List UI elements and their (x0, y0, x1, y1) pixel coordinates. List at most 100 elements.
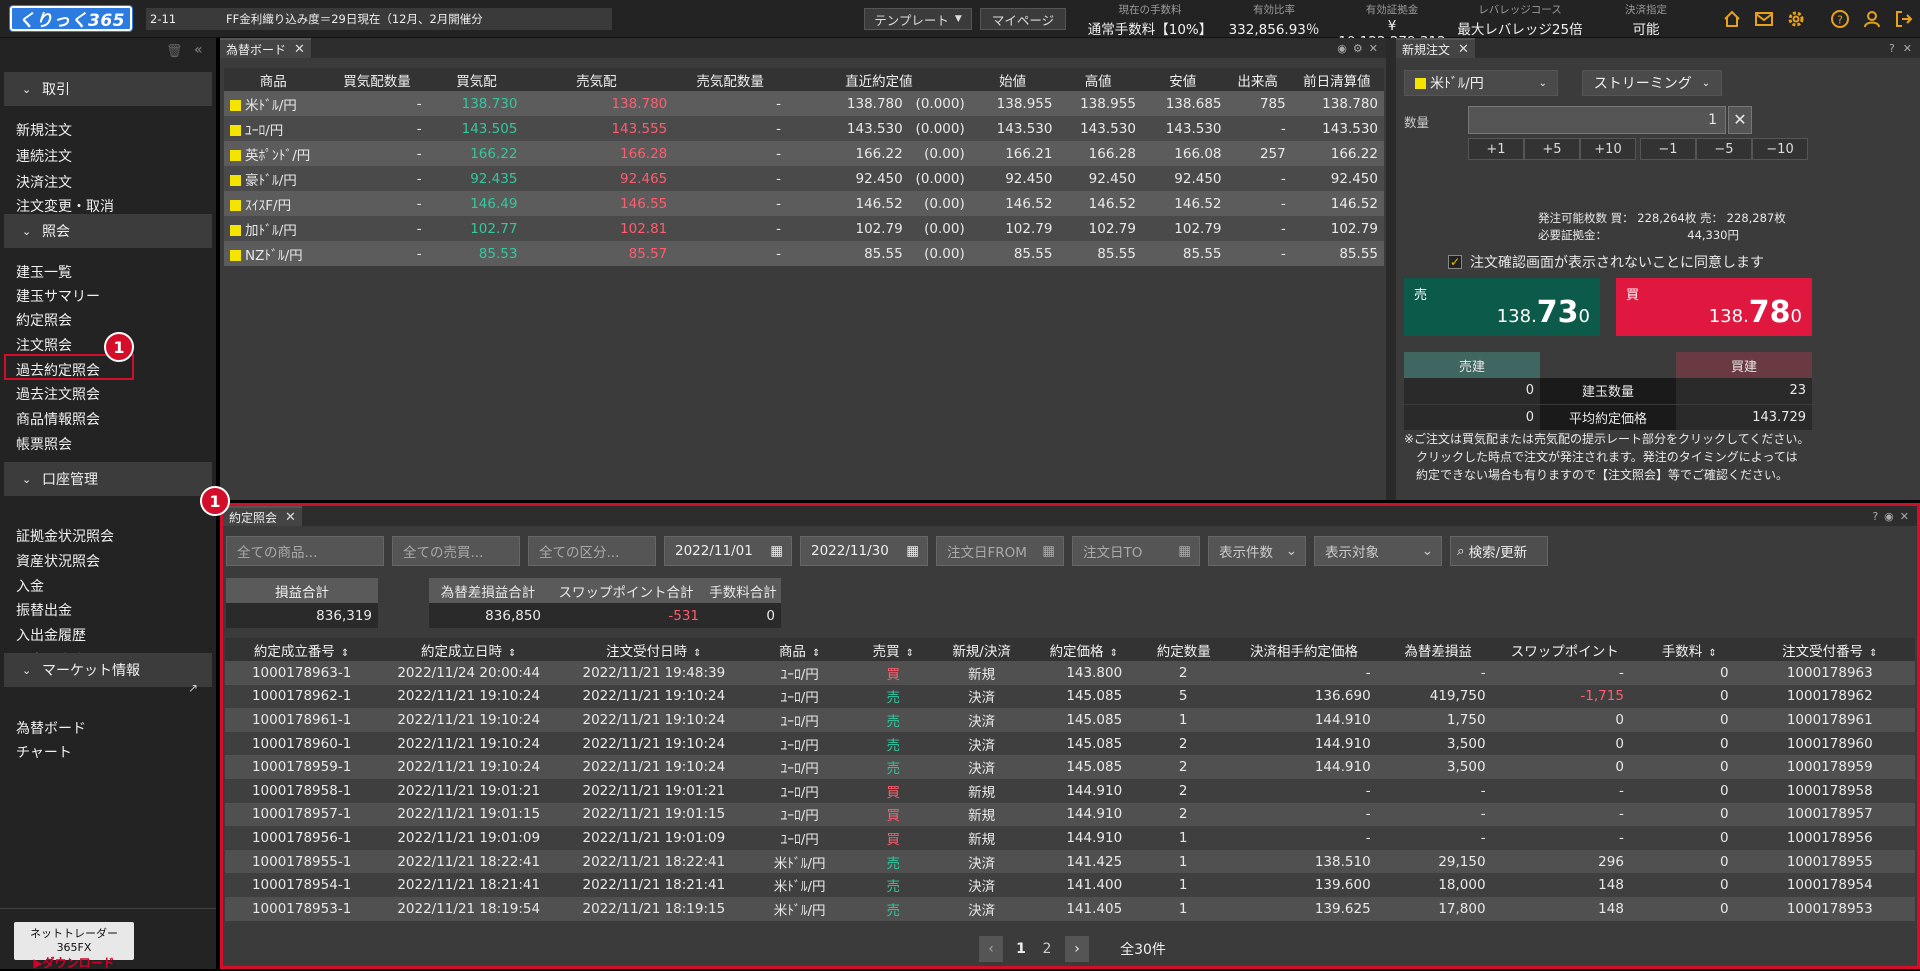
sidebar-item-account-4[interactable]: 入出金履歴 (16, 625, 86, 645)
clear-icon[interactable]: ✕ (1728, 106, 1752, 134)
splitter[interactable] (1386, 38, 1396, 500)
tab-new-order[interactable]: 新規注文 ✕ (1396, 38, 1475, 58)
fx-col-header[interactable]: 売気配数量 (671, 68, 789, 91)
exec-col-header[interactable]: 決済相手約定価格 (1227, 638, 1381, 661)
qty-step-button[interactable]: −10 (1752, 138, 1808, 160)
help-icon[interactable]: ? (1830, 9, 1850, 29)
gear-icon[interactable] (1786, 9, 1806, 29)
fx-col-header[interactable]: 出来高 (1225, 68, 1290, 91)
execution-row[interactable]: 1000178957-1 2022/11/21 19:01:15 2022/11/2… (225, 802, 1915, 827)
fx-product-cell[interactable]: NZﾄﾞﾙ/円 (224, 241, 322, 266)
qty-step-button[interactable]: −1 (1640, 138, 1696, 160)
execution-row[interactable]: 1000178959-1 2022/11/21 19:10:24 2022/11/2… (225, 755, 1915, 779)
bid-price[interactable]: 166.22 (432, 141, 522, 166)
execution-row[interactable]: 1000178955-1 2022/11/21 18:22:41 2022/11/2… (225, 849, 1915, 874)
sidebar-item-trading-1[interactable]: 連続注文 (16, 146, 72, 166)
page-2-button[interactable]: 2 (1035, 936, 1059, 962)
exec-col-header[interactable]: 注文受付日時 ⇕ (559, 638, 749, 661)
bid-price[interactable]: 146.49 (432, 191, 522, 216)
qty-step-button[interactable]: +1 (1468, 138, 1524, 160)
sidebar-item-account-3[interactable]: 振替出金 (16, 600, 72, 620)
close-icon[interactable]: ✕ (1369, 42, 1378, 55)
news-ticker[interactable]: 2-11 FF金利織り込み度＝29日現在（12月、2月開催分 (146, 8, 612, 30)
sidebar-item-inquiry-0[interactable]: 建玉一覧 (16, 262, 72, 282)
execution-row[interactable]: 1000178954-1 2022/11/21 18:21:41 2022/11/2… (225, 873, 1915, 897)
qty-step-button[interactable]: −5 (1696, 138, 1752, 160)
next-page-button[interactable]: › (1065, 936, 1089, 962)
sidebar-item-account-0[interactable]: 証拠金状況照会 (16, 526, 114, 546)
bid-price[interactable]: 143.505 (432, 116, 522, 141)
user-icon[interactable] (1862, 9, 1882, 29)
section-market[interactable]: ⌄ マーケット情報 (4, 653, 212, 687)
date-from-field[interactable]: 2022/11/01 ▦ (664, 536, 792, 566)
ask-price[interactable]: 166.28 (521, 141, 671, 166)
section-account[interactable]: ⌄ 口座管理 (4, 462, 212, 496)
collapse-icon[interactable]: « (194, 42, 203, 58)
execution-row[interactable]: 1000178961-1 2022/11/21 19:10:24 2022/11/2… (225, 708, 1915, 732)
home-icon[interactable] (1722, 9, 1742, 29)
order-date-to-field[interactable]: 注文日TO ▦ (1072, 536, 1200, 566)
order-mode-select[interactable]: ストリーミング ⌄ (1582, 70, 1722, 96)
eye-icon[interactable]: ◉ (1337, 42, 1347, 55)
help-icon[interactable]: ? (1872, 510, 1878, 523)
product-select[interactable]: 米ﾄﾞﾙ/円 ⌄ (1404, 70, 1558, 96)
quantity-input[interactable]: 1 (1468, 106, 1726, 134)
close-icon[interactable]: ✕ (1900, 510, 1909, 523)
app-logo[interactable]: くりっく365 (10, 6, 132, 31)
fx-col-header[interactable]: 前日清算値 (1289, 68, 1384, 91)
bid-price[interactable]: 92.435 (432, 166, 522, 191)
bid-price[interactable]: 138.730 (432, 91, 522, 116)
execution-row[interactable]: 1000178960-1 2022/11/21 19:10:24 2022/11/2… (225, 731, 1915, 756)
page-1-button[interactable]: 1 (1009, 936, 1033, 962)
count-select[interactable]: 表示件数 ⌄ (1208, 536, 1306, 566)
sidebar-item-account-1[interactable]: 資産状況照会 (16, 551, 100, 571)
close-icon[interactable]: ✕ (285, 510, 296, 525)
tab-execution-inquiry[interactable]: 約定照会 ✕ (223, 506, 302, 526)
eye-icon[interactable]: ◉ (1884, 510, 1894, 523)
execution-row[interactable]: 1000178953-1 2022/11/21 18:19:54 2022/11/2… (225, 896, 1915, 921)
fx-col-header[interactable]: 売気配 (521, 68, 672, 91)
sidebar-item-inquiry-2[interactable]: 約定照会 (16, 310, 72, 330)
fx-product-cell[interactable]: 米ﾄﾞﾙ/円 (224, 91, 322, 116)
exec-col-header[interactable]: 約定成立番号 ⇕ (225, 638, 379, 661)
kind-filter[interactable]: 全ての区分... (528, 536, 656, 566)
exec-col-header[interactable]: 約定価格 ⇕ (1027, 638, 1141, 661)
close-icon[interactable]: ✕ (1458, 42, 1469, 57)
fx-product-cell[interactable]: ｽｲｽF/円 (224, 191, 322, 216)
sell-rate-button[interactable]: 売 138.730 (1404, 278, 1600, 336)
exec-col-header[interactable]: 約定数量 (1140, 638, 1228, 661)
bid-price[interactable]: 102.77 (432, 216, 522, 241)
ask-price[interactable]: 146.55 (521, 191, 671, 216)
mypage-button[interactable]: マイページ (980, 8, 1066, 30)
execution-row[interactable]: 1000178958-1 2022/11/21 19:01:21 2022/11/2… (225, 778, 1915, 803)
prev-page-button[interactable]: ‹ (979, 936, 1003, 962)
fx-col-header[interactable]: 安値 (1139, 68, 1226, 91)
close-icon[interactable]: ✕ (294, 42, 305, 57)
fx-product-cell[interactable]: 豪ﾄﾞﾙ/円 (224, 166, 322, 191)
help-icon[interactable]: ? (1889, 42, 1895, 55)
fx-product-cell[interactable]: ﾕｰﾛ/円 (224, 116, 322, 141)
ask-price[interactable]: 138.780 (521, 91, 671, 116)
date-to-field[interactable]: 2022/11/30 ▦ (800, 536, 928, 566)
fx-col-header[interactable]: 直近約定値 (788, 68, 969, 91)
bid-price[interactable]: 85.53 (432, 241, 522, 266)
sidebar-item-inquiry-5[interactable]: 過去注文照会 (16, 384, 100, 404)
settings-icon[interactable]: ⚙ (1353, 42, 1363, 55)
execution-row[interactable]: 1000178963-1 2022/11/24 20:00:44 2022/11/2… (225, 661, 1915, 685)
sidebar-item-trading-3[interactable]: 注文変更・取消 (16, 196, 114, 216)
qty-step-button[interactable]: +5 (1524, 138, 1580, 160)
logout-icon[interactable] (1894, 9, 1914, 29)
sidebar-item-inquiry-3[interactable]: 注文照会 (16, 335, 72, 355)
fx-col-header[interactable]: 商品 (224, 68, 323, 91)
fx-col-header[interactable]: 買気配 (431, 68, 522, 91)
exec-col-header[interactable]: 手数料 ⇕ (1633, 638, 1745, 661)
ask-price[interactable]: 85.57 (521, 241, 671, 266)
exec-col-header[interactable]: 新規/決済 (935, 638, 1028, 661)
sidebar-item-account-2[interactable]: 入金 (16, 576, 44, 596)
template-button[interactable]: テンプレート ▼ (864, 8, 972, 30)
close-icon[interactable]: ✕ (1903, 42, 1912, 55)
fx-col-header[interactable]: 始値 (968, 68, 1057, 91)
execution-row[interactable]: 1000178962-1 2022/11/21 19:10:24 2022/11/2… (225, 684, 1915, 709)
sidebar-item-market-0[interactable]: 為替ボード (16, 718, 86, 738)
exec-col-header[interactable]: 商品 ⇕ (748, 638, 851, 661)
